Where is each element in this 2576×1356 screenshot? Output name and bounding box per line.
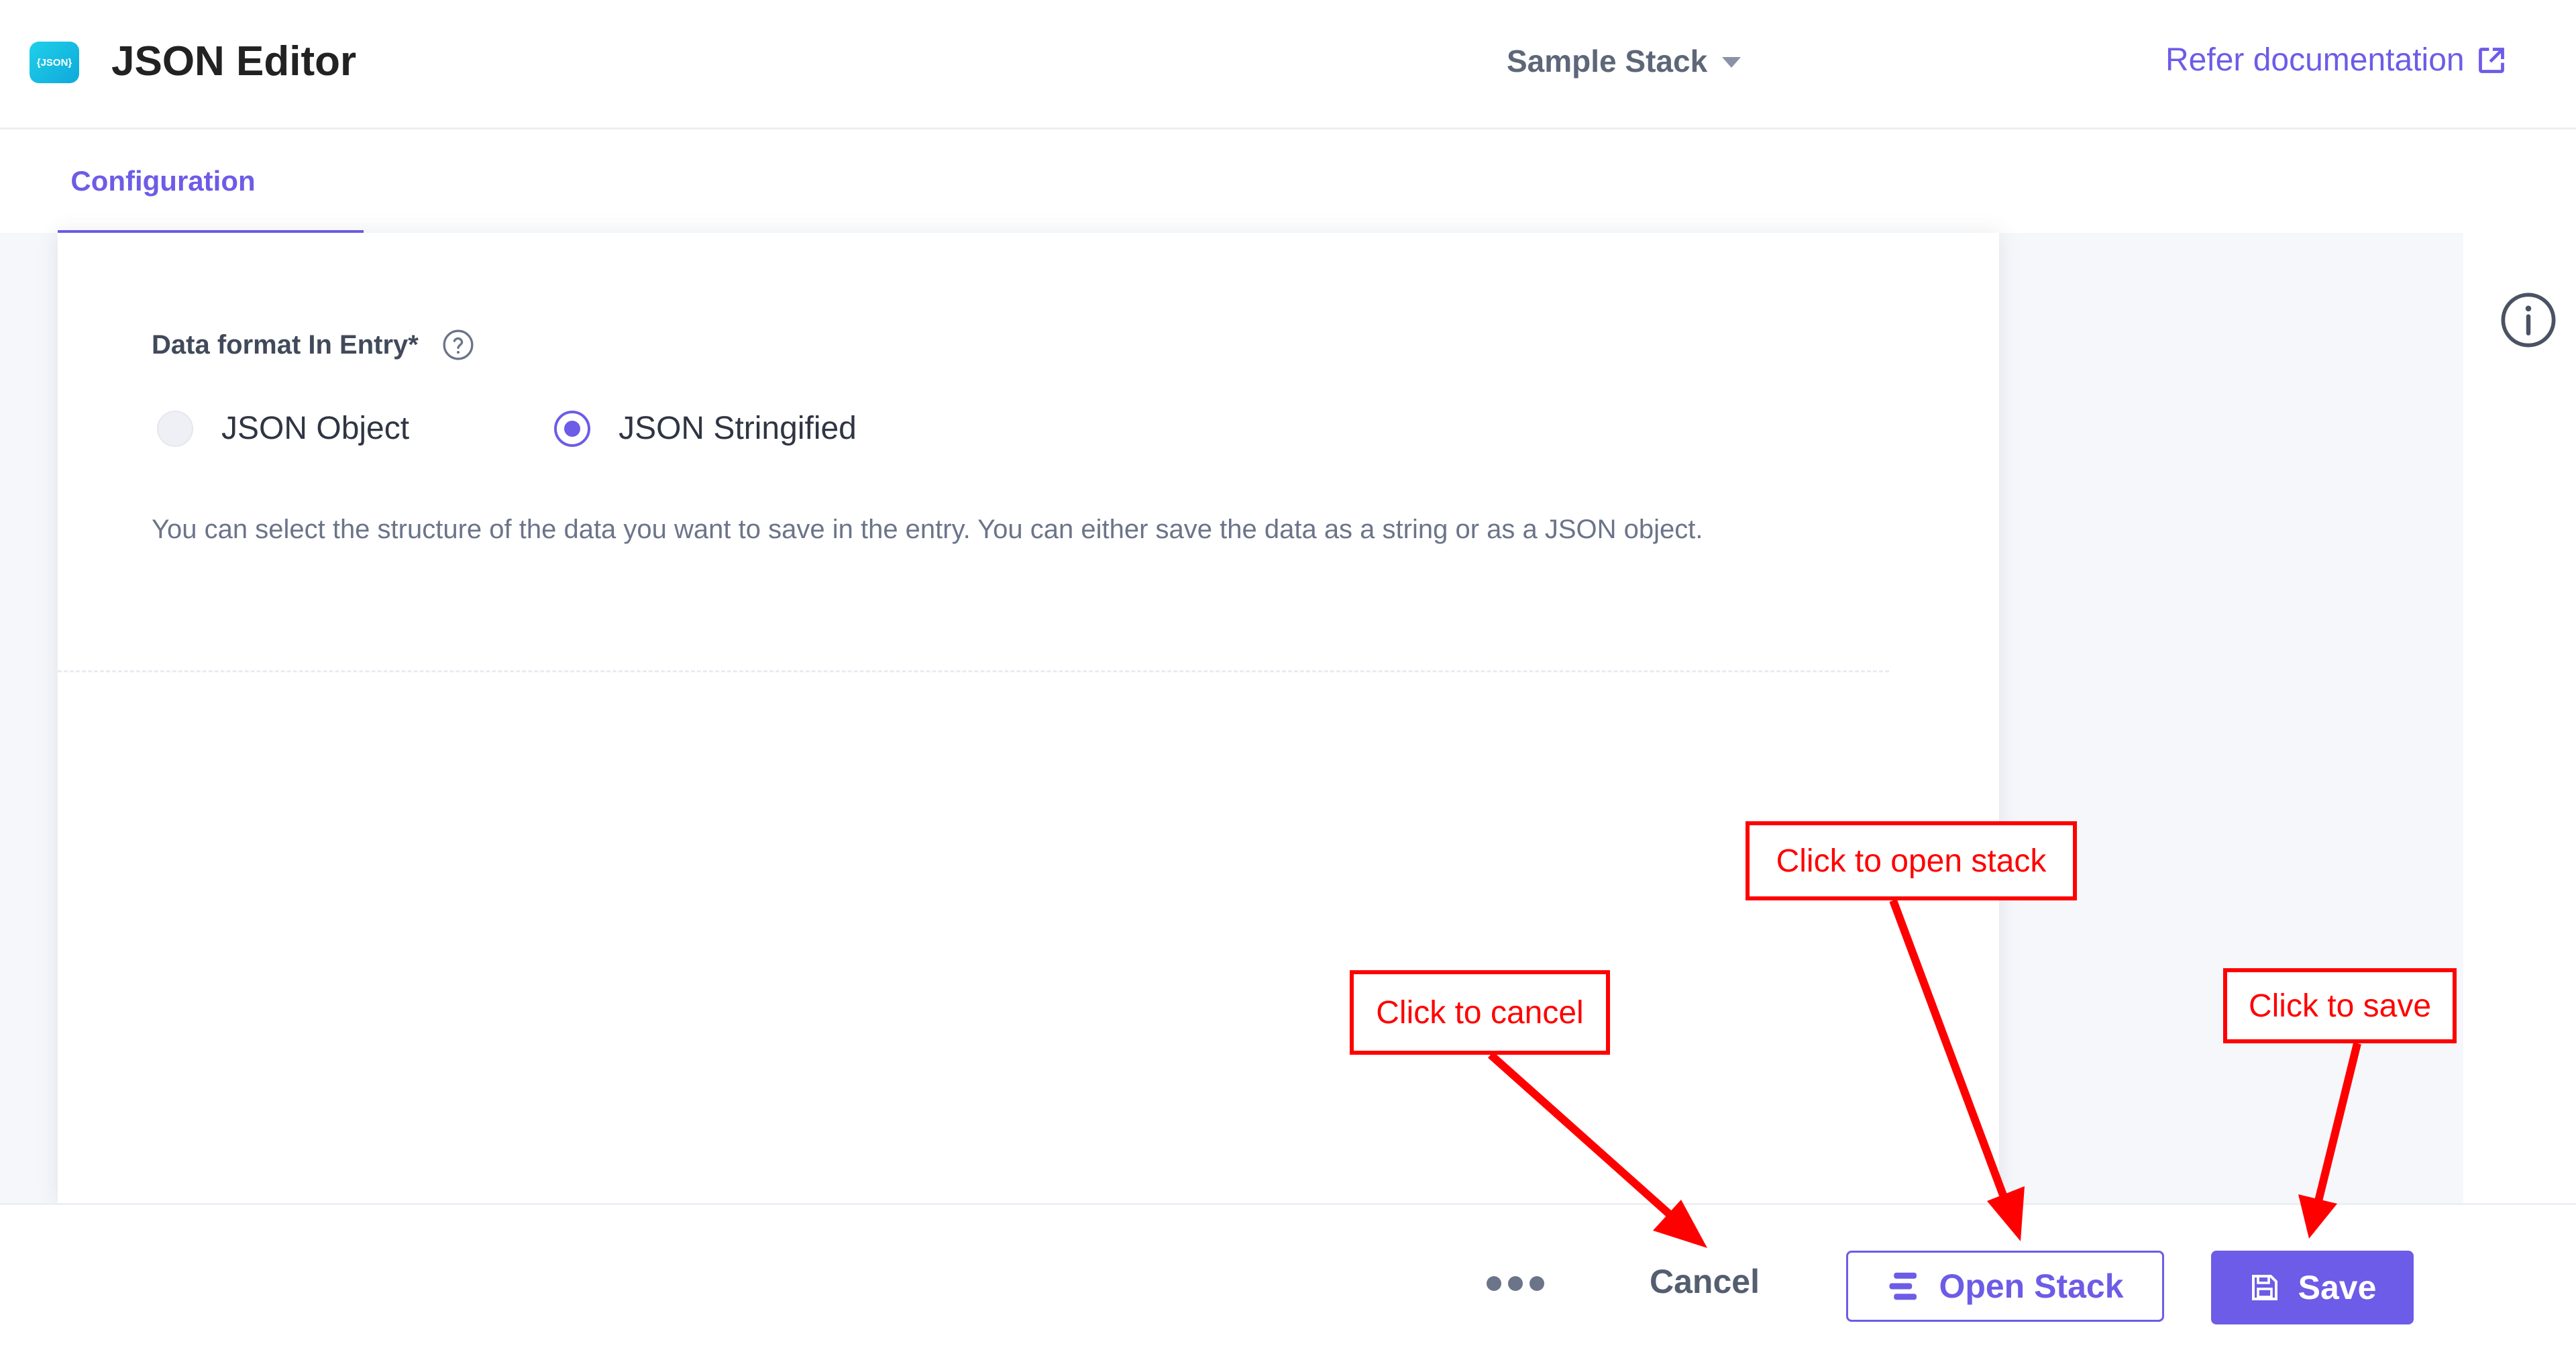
- radio-label-json-object: JSON Object: [221, 411, 410, 446]
- radio-button-selected[interactable]: [554, 410, 591, 447]
- dot: [1529, 1276, 1544, 1291]
- info-icon[interactable]: [2500, 291, 2557, 349]
- save-label: Save: [2298, 1269, 2377, 1306]
- radio-dot: [564, 420, 581, 437]
- open-stack-label: Open Stack: [1939, 1267, 2124, 1305]
- radio-json-stringified[interactable]: JSON Stringified: [554, 410, 857, 447]
- annotation-save: Click to save: [2223, 968, 2457, 1043]
- annotation-cancel: Click to cancel: [1350, 970, 1610, 1055]
- help-text: You can select the structure of the data…: [152, 515, 1703, 544]
- dot: [1508, 1276, 1523, 1291]
- tab-bar: Configuration: [0, 129, 2463, 233]
- help-circle-icon[interactable]: [441, 328, 475, 362]
- annotation-open-stack: Click to open stack: [1746, 821, 2077, 900]
- field-label-row: Data format In Entry*: [152, 328, 475, 362]
- field-label: Data format In Entry*: [152, 329, 419, 360]
- doc-link-label: Refer documentation: [2165, 42, 2465, 78]
- app-header: {JSON} JSON Editor Sample Stack Refer do…: [0, 0, 2576, 129]
- open-stack-button[interactable]: Open Stack: [1846, 1251, 2164, 1322]
- radio-label-json-stringified: JSON Stringified: [619, 411, 857, 446]
- external-link-icon: [2478, 47, 2504, 73]
- tab-configuration[interactable]: Configuration: [58, 129, 364, 233]
- stack-icon: [1889, 1272, 1917, 1300]
- data-format-radio-group: JSON Object JSON Stringified: [157, 410, 857, 447]
- configuration-card: Data format In Entry* JSON Object JSON S…: [58, 233, 1999, 1203]
- section-divider: [58, 670, 1889, 672]
- cancel-button[interactable]: Cancel: [1641, 1245, 1768, 1318]
- radio-button-unselected[interactable]: [157, 410, 193, 447]
- caret-down-icon: [1722, 57, 1741, 68]
- more-dots-icon[interactable]: [1487, 1276, 1544, 1291]
- save-button[interactable]: Save: [2211, 1251, 2414, 1324]
- floppy-disk-icon: [2251, 1275, 2277, 1300]
- radio-json-object[interactable]: JSON Object: [157, 410, 409, 447]
- action-footer: Cancel Open Stack Save: [0, 1203, 2576, 1356]
- stack-name: Sample Stack: [1507, 44, 1708, 79]
- app-title: JSON Editor: [111, 38, 357, 85]
- refer-documentation-link[interactable]: Refer documentation: [2165, 42, 2506, 79]
- dot: [1487, 1276, 1501, 1291]
- tab-configuration-label: Configuration: [70, 165, 256, 197]
- json-logo-icon: {JSON}: [30, 42, 79, 83]
- stack-selector[interactable]: Sample Stack: [1507, 43, 1741, 79]
